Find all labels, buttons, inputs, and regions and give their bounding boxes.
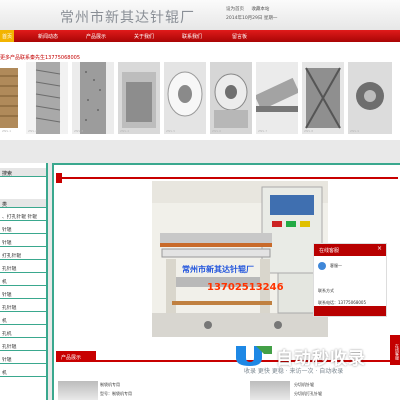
products-section-title[interactable]: 产品展示 xyxy=(56,351,96,362)
roller-image xyxy=(72,62,114,134)
watermark-subtext: 收录 更快 更稳 · 来访一次 · 自动收录 xyxy=(244,368,344,375)
product-thumb[interactable]: ZNS-2 xyxy=(26,62,68,134)
strip-contact-label: 更多产品联系秦先生13775068005 xyxy=(0,55,80,61)
product-thumb[interactable]: ZNS-5 xyxy=(164,62,206,134)
close-icon[interactable]: × xyxy=(377,245,382,252)
online-service-widget: 在线客服 × 客服一 联系方式 联系电话：13775068005 xyxy=(313,243,387,317)
online-service-tab[interactable]: 在线客服 xyxy=(390,335,400,365)
sidebar-search-header: 搜索 xyxy=(0,168,46,177)
section-divider xyxy=(62,177,398,179)
product-thumb[interactable]: ZNS-1 xyxy=(0,62,20,134)
product-name[interactable]: 分切机针辊 xyxy=(294,382,314,388)
thumb-caption: ZNS-3 xyxy=(74,129,84,133)
roller-image xyxy=(302,62,344,134)
sidebar-category-item[interactable]: 针辊 xyxy=(0,288,46,299)
roller-image xyxy=(26,62,68,134)
site-title: 常州市新其达针辊厂 xyxy=(60,10,195,26)
product-thumb[interactable]: ZNS-4 xyxy=(118,62,160,134)
thumb-caption: ZNS-8 xyxy=(304,129,314,133)
product-thumb[interactable]: ZNS-3 xyxy=(72,62,114,134)
sidebar-category-item[interactable]: 打孔针辊 xyxy=(0,249,46,260)
product-thumb[interactable]: ZNS-8 xyxy=(302,62,344,134)
sidebar-category-item[interactable]: 机 xyxy=(0,275,46,286)
nav-item-home[interactable]: 首页 xyxy=(0,30,15,42)
thumb-caption: ZNS-2 xyxy=(28,129,38,133)
watermark-logo-icon xyxy=(236,346,272,366)
roller-image xyxy=(256,62,298,134)
sidebar: 搜索 类 、打孔针辊 针辊 针辊 针辊 打孔针辊 孔针辊 机 针辊 孔针辊 机 … xyxy=(0,163,48,400)
sidebar-category-item[interactable]: 针辊 xyxy=(0,236,46,247)
thumb-caption: ZNS-7 xyxy=(258,129,268,133)
date-text: 2014年10月29日 星期一 xyxy=(226,16,278,21)
nav-item-guestbook[interactable]: 留言板 xyxy=(232,33,247,40)
sidebar-category-item[interactable]: 孔机 xyxy=(0,327,46,338)
roller-image xyxy=(210,62,252,134)
sidebar-category-item[interactable]: 机 xyxy=(0,366,46,377)
top-links: 设为首页 收藏本站 xyxy=(226,6,275,12)
product-image[interactable] xyxy=(250,381,290,400)
product-model: 分切机打孔针辊 xyxy=(294,391,322,396)
page: 常州市新其达针辊厂 设为首页 收藏本站 2014年10月29日 星期一 首页 新… xyxy=(0,0,400,400)
set-homepage-link[interactable]: 设为首页 xyxy=(226,7,244,12)
sidebar-category-item[interactable]: 孔针辊 xyxy=(0,340,46,351)
site-header: 常州市新其达针辊厂 设为首页 收藏本站 2014年10月29日 星期一 xyxy=(0,0,400,30)
sidebar-category-item[interactable]: 针辊 xyxy=(0,353,46,364)
image-watermark-phone: 13702513246 xyxy=(207,282,284,293)
sidebar-category-item[interactable]: 机 xyxy=(0,314,46,325)
product-name[interactable]: 制袋机专用 xyxy=(100,382,120,388)
product-strip: 更多产品联系秦先生13775068005 ZNS-1 ZNS-2 ZNS-3 Z… xyxy=(0,42,400,140)
service-contact-label: 联系方式 xyxy=(318,288,334,293)
machine-illustration xyxy=(152,181,328,337)
roller-image xyxy=(0,62,20,134)
thumb-caption: ZNS-5 xyxy=(166,129,176,133)
product-thumb[interactable]: ZNS-6 xyxy=(210,62,252,134)
product-model: 型号：制袋机专用 xyxy=(100,391,132,396)
thumb-caption: ZNS-6 xyxy=(212,129,222,133)
sidebar-category-header: 类 xyxy=(0,199,46,208)
service-qq-label[interactable]: 客服一 xyxy=(330,263,342,269)
featured-machine-image[interactable]: 常州市新其达针辊厂 13702513246 xyxy=(152,181,328,337)
service-title: 在线客服 xyxy=(314,244,386,256)
roller-image xyxy=(118,62,160,134)
product-thumb[interactable]: ZNS-9 xyxy=(348,62,392,134)
nav-item-about[interactable]: 关于我们 xyxy=(134,33,154,40)
thumb-caption: ZNS-1 xyxy=(2,129,12,133)
roller-image xyxy=(348,62,392,134)
sidebar-category-item[interactable]: 针辊 xyxy=(0,223,46,234)
thumb-caption: ZNS-9 xyxy=(350,129,360,133)
main-nav: 首页 新闻动态 产品展示 关于我们 联系我们 留言板 xyxy=(0,30,400,42)
thumb-caption: ZNS-4 xyxy=(120,129,130,133)
service-footer xyxy=(314,306,386,316)
sidebar-category-item[interactable]: 孔针辊 xyxy=(0,262,46,273)
product-image[interactable] xyxy=(58,381,98,400)
image-watermark-company: 常州市新其达针辊厂 xyxy=(182,265,254,274)
roller-image xyxy=(164,62,206,134)
nav-item-contact[interactable]: 联系我们 xyxy=(182,33,202,40)
nav-item-news[interactable]: 新闻动态 xyxy=(38,33,58,40)
product-thumb[interactable]: ZNS-7 xyxy=(256,62,298,134)
qq-icon[interactable] xyxy=(318,262,326,270)
sidebar-category-item[interactable]: 、打孔针辊 针辊 xyxy=(0,210,46,221)
nav-item-products[interactable]: 产品展示 xyxy=(86,33,106,40)
site-watermark: 自动秒收录 收录 更快 更稳 · 来访一次 · 自动收录 xyxy=(232,342,382,376)
bookmark-link[interactable]: 收藏本站 xyxy=(251,7,269,12)
sidebar-category-item[interactable]: 孔针辊 xyxy=(0,301,46,312)
